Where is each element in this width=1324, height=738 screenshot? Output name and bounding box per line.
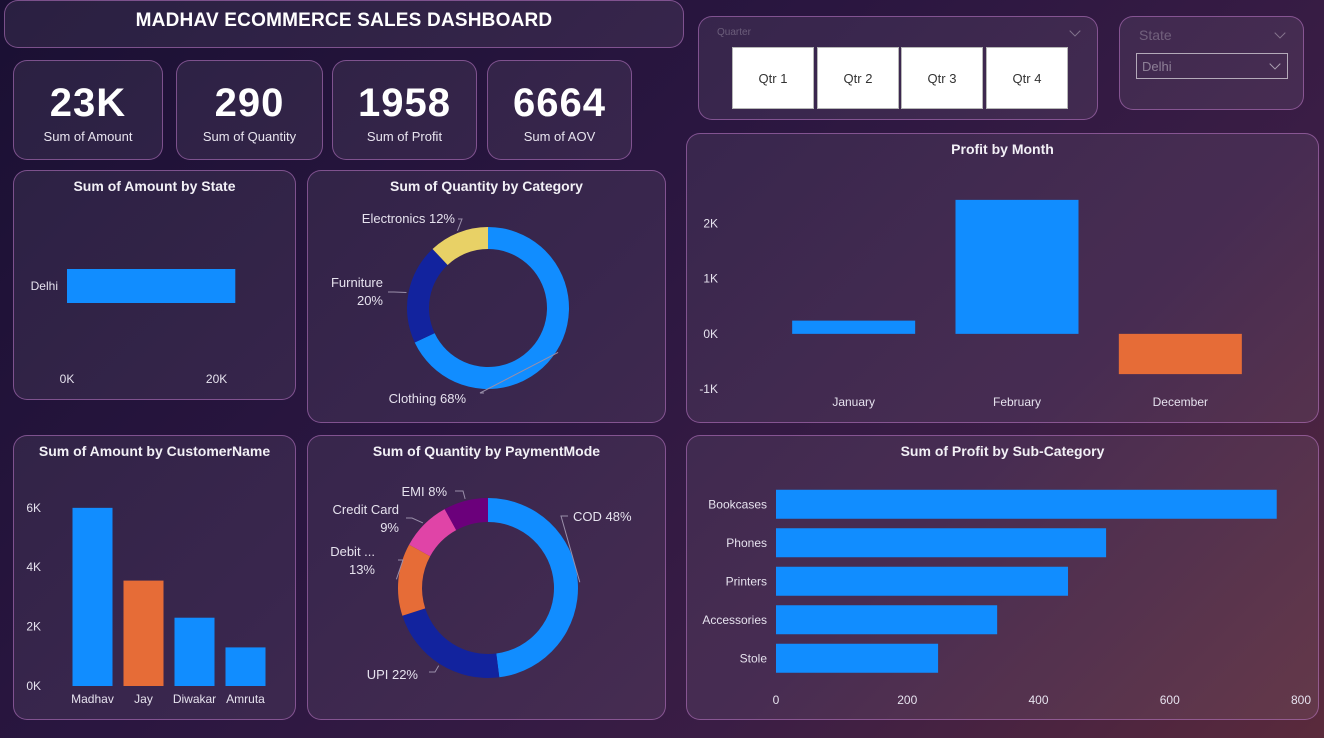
category-label: December	[1153, 395, 1208, 409]
chart-quantity-by-category: Sum of Quantity by Category Clothing 68%…	[307, 170, 666, 423]
category-label: February	[993, 395, 1041, 409]
y-tick-label: 0K	[703, 327, 718, 341]
quarter-slicer: Quarter Qtr 1 Qtr 2 Qtr 3 Qtr 4	[698, 16, 1098, 120]
y-tick-label: 2K	[26, 620, 41, 634]
slice-label: Furniture	[331, 275, 383, 290]
dashboard-title-panel: MADHAV ECOMMERCE SALES DASHBOARD	[4, 0, 684, 48]
slice-label: 13%	[349, 562, 375, 577]
kpi-value: 290	[214, 80, 285, 125]
donut-slice	[407, 248, 448, 343]
chevron-down-icon[interactable]	[1274, 27, 1286, 39]
category-label: Bookcases	[708, 497, 767, 511]
chart-profit-by-subcategory: Sum of Profit by Sub-Category 0 200 400 600…	[686, 435, 1319, 720]
category-label: Phones	[726, 536, 767, 550]
category-label: Diwakar	[173, 692, 216, 706]
x-tick-label: 20K	[206, 372, 227, 386]
bar	[792, 320, 916, 334]
kpi-label: Sum of AOV	[523, 128, 596, 144]
kpi-card-profit: 1958 Sum of Profit	[332, 60, 477, 160]
quarter-buttons: Qtr 1 Qtr 2 Qtr 3 Qtr 4	[732, 47, 1072, 109]
category-label: Accessories	[702, 613, 767, 627]
bar	[776, 489, 1277, 519]
bar	[776, 605, 998, 635]
quantity-by-category-svg: Clothing 68% Furniture 20% Electronics 12%	[331, 211, 569, 406]
kpi-value: 1958	[358, 80, 451, 125]
quarter-button-q4[interactable]: Qtr 4	[986, 47, 1068, 109]
bar	[1118, 333, 1242, 375]
category-label: Printers	[726, 574, 767, 588]
profit-by-subcategory-svg: 0 200 400 600 800 Bookcases Phones Printers Acce…	[702, 489, 1311, 707]
state-slicer-label: State	[1139, 27, 1172, 43]
y-tick-label: 4K	[26, 560, 41, 574]
category-label: Amruta	[226, 692, 265, 706]
category-label: Delhi	[31, 279, 58, 293]
state-selected-value: Delhi	[1142, 59, 1172, 74]
kpi-value: 23K	[49, 80, 127, 125]
dashboard-title: MADHAV ECOMMERCE SALES DASHBOARD	[135, 10, 553, 31]
state-dropdown[interactable]: Delhi	[1136, 53, 1288, 79]
category-label: January	[832, 395, 875, 409]
profit-by-month-svg: 2K 1K 0K -1K January February December	[699, 199, 1242, 409]
leader-line	[455, 490, 466, 500]
y-tick-label: 2K	[703, 217, 718, 231]
bar	[67, 269, 236, 303]
leader-line	[406, 517, 424, 524]
slice-label: Electronics 12%	[362, 211, 456, 226]
bar	[225, 647, 266, 686]
quarter-button-q1[interactable]: Qtr 1	[732, 47, 814, 109]
category-label: Jay	[134, 692, 153, 706]
quarter-button-q3[interactable]: Qtr 3	[901, 47, 983, 109]
slice-label: EMI 8%	[401, 484, 447, 499]
bar	[72, 507, 113, 686]
chart-amount-by-customer: Sum of Amount by CustomerName 0K 2K 4K 6K Ma…	[13, 435, 296, 720]
chevron-down-icon[interactable]	[1069, 25, 1081, 37]
kpi-label: Sum of Quantity	[202, 128, 297, 144]
category-label: Stole	[740, 651, 768, 665]
bar	[776, 643, 939, 673]
slice-label: Credit Card	[333, 502, 399, 517]
y-tick-label: 1K	[703, 272, 718, 286]
kpi-value: 6664	[513, 80, 606, 125]
x-tick-label: 200	[897, 693, 917, 707]
y-tick-label: 6K	[26, 501, 41, 515]
x-tick-label: 400	[1028, 693, 1048, 707]
x-tick-label: 600	[1160, 693, 1180, 707]
kpi-label: Sum of Amount	[43, 128, 133, 144]
slice-label: Clothing 68%	[389, 391, 467, 406]
x-tick-label: 800	[1291, 693, 1311, 707]
donut-slice	[398, 544, 431, 616]
slice-label: UPI 22%	[367, 667, 419, 682]
chart-quantity-by-payment: Sum of Quantity by PaymentMode COD 48% UP…	[307, 435, 666, 720]
bar	[955, 199, 1079, 334]
chart-amount-by-state: Sum of Amount by State 0K 20K Delhi	[13, 170, 296, 400]
kpi-label: Sum of Profit	[366, 128, 443, 144]
amount-by-state-svg: 0K 20K Delhi	[31, 269, 236, 386]
chart-profit-by-month: Profit by Month 2K 1K 0K -1K January February…	[686, 133, 1319, 423]
slice-label: COD 48%	[573, 509, 632, 524]
y-tick-label: -1K	[699, 382, 718, 396]
kpi-card-amount: 23K Sum of Amount	[13, 60, 163, 160]
donut-slice	[488, 498, 579, 678]
slice-label: Debit ...	[330, 544, 375, 559]
kpi-card-quantity: 290 Sum of Quantity	[176, 60, 323, 160]
quarter-button-q2[interactable]: Qtr 2	[817, 47, 899, 109]
category-label: Madhav	[71, 692, 114, 706]
leader-line	[456, 218, 463, 232]
state-slicer: State Delhi	[1119, 16, 1304, 110]
x-tick-label: 0	[773, 693, 780, 707]
quantity-by-payment-svg: COD 48% UPI 22% Debit ... 13% Credit Card 9% E…	[330, 484, 632, 682]
amount-by-customer-svg: 0K 2K 4K 6K Madhav Jay Diwakar Amruta	[26, 501, 266, 706]
bar	[776, 528, 1107, 558]
slice-label: 9%	[380, 520, 399, 535]
x-tick-label: 0K	[60, 372, 75, 386]
quarter-slicer-label: Quarter	[717, 27, 751, 38]
y-tick-label: 0K	[26, 679, 41, 693]
chevron-down-icon	[1269, 58, 1281, 70]
bar	[776, 566, 1069, 596]
leader-line	[429, 665, 440, 673]
bar	[174, 617, 215, 686]
bar	[123, 580, 164, 686]
kpi-card-aov: 6664 Sum of AOV	[487, 60, 632, 160]
slice-label: 20%	[357, 293, 383, 308]
